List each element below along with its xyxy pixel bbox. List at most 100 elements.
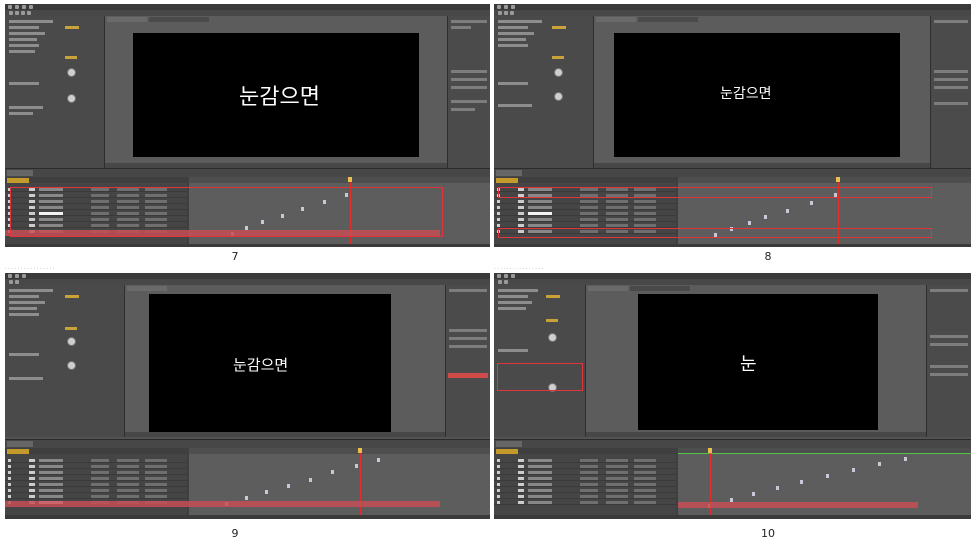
property-row[interactable] <box>546 295 560 298</box>
composition-canvas[interactable]: 눈감으면 <box>133 33 419 157</box>
menu-icon[interactable] <box>504 5 508 9</box>
property-row[interactable] <box>546 319 558 322</box>
eye-icon[interactable] <box>8 459 11 462</box>
property-row[interactable] <box>9 112 33 115</box>
knob-icon[interactable] <box>67 94 76 103</box>
property-row[interactable] <box>498 349 528 352</box>
property-row[interactable] <box>9 106 43 109</box>
property-row[interactable] <box>498 26 528 29</box>
layer-row[interactable] <box>494 470 676 475</box>
layer-switches[interactable] <box>91 465 109 468</box>
keyframe-icon[interactable] <box>331 470 334 474</box>
parent-select[interactable] <box>145 459 167 462</box>
parent-select[interactable] <box>606 465 628 468</box>
parent-select[interactable] <box>606 218 628 221</box>
parent-select[interactable] <box>634 206 656 209</box>
effect-controls-panel[interactable] <box>494 285 586 437</box>
layer-switches[interactable] <box>580 218 598 221</box>
property-row[interactable] <box>498 104 532 107</box>
parent-select[interactable] <box>606 459 628 462</box>
parent-select[interactable] <box>117 459 139 462</box>
effect-controls-panel[interactable] <box>5 285 125 437</box>
parent-select[interactable] <box>145 489 167 492</box>
preview-panel[interactable] <box>930 335 968 338</box>
eye-icon[interactable] <box>497 212 500 215</box>
knob-icon[interactable] <box>554 92 563 101</box>
layer-name[interactable] <box>528 477 552 480</box>
eye-icon[interactable] <box>497 218 500 221</box>
viewer-footer[interactable] <box>586 432 926 437</box>
property-row[interactable] <box>498 307 526 310</box>
parent-select[interactable] <box>606 483 628 486</box>
playhead-icon[interactable] <box>836 177 840 182</box>
timeline-header[interactable] <box>5 169 490 177</box>
eye-icon[interactable] <box>497 495 500 498</box>
selection-tool-icon[interactable] <box>498 11 502 15</box>
parent-select[interactable] <box>117 489 139 492</box>
layer-row[interactable] <box>494 494 676 499</box>
parent-select[interactable] <box>634 495 656 498</box>
preview-panel[interactable] <box>451 70 487 73</box>
layer-switches[interactable] <box>91 477 109 480</box>
selected-layer-bar[interactable] <box>678 502 918 508</box>
property-row[interactable] <box>9 50 35 53</box>
keyframe-icon[interactable] <box>810 201 813 205</box>
playhead-icon[interactable] <box>348 177 352 182</box>
eye-icon[interactable] <box>8 489 11 492</box>
selection-tool-icon[interactable] <box>498 280 502 284</box>
property-row[interactable] <box>9 353 39 356</box>
preview-panel[interactable] <box>449 337 487 340</box>
property-row[interactable] <box>65 56 77 59</box>
parent-select[interactable] <box>606 212 628 215</box>
property-row[interactable] <box>498 295 528 298</box>
layer-name[interactable] <box>528 483 552 486</box>
layer-switches[interactable] <box>580 200 598 203</box>
hand-tool-icon[interactable] <box>504 280 508 284</box>
preview-panel[interactable] <box>934 78 968 81</box>
layer-row[interactable] <box>5 458 187 463</box>
knob-icon[interactable] <box>67 337 76 346</box>
layer-name[interactable] <box>39 459 63 462</box>
layer-switches[interactable] <box>580 495 598 498</box>
eye-icon[interactable] <box>497 477 500 480</box>
layer-name[interactable] <box>528 495 552 498</box>
parent-select[interactable] <box>634 218 656 221</box>
parent-select[interactable] <box>145 477 167 480</box>
layer-switches[interactable] <box>91 459 109 462</box>
right-panels[interactable] <box>447 16 490 168</box>
parent-select[interactable] <box>117 477 139 480</box>
layer-name[interactable] <box>39 471 63 474</box>
layer-row[interactable] <box>5 494 187 499</box>
keyframe-icon[interactable] <box>287 484 290 488</box>
property-row[interactable] <box>498 20 542 23</box>
effects-panel[interactable] <box>930 373 968 376</box>
layer-name[interactable] <box>528 224 552 227</box>
layer-row[interactable] <box>494 464 676 469</box>
eye-icon[interactable] <box>497 483 500 486</box>
timeline-tab[interactable] <box>496 441 522 447</box>
knob-icon[interactable] <box>548 333 557 342</box>
parent-select[interactable] <box>634 224 656 227</box>
layer-row[interactable] <box>5 464 187 469</box>
menu-icon[interactable] <box>504 274 508 278</box>
property-row[interactable] <box>552 26 566 29</box>
parent-select[interactable] <box>117 471 139 474</box>
keyframe-icon[interactable] <box>904 457 907 461</box>
parent-select[interactable] <box>634 501 656 504</box>
effects-panel[interactable] <box>451 100 487 103</box>
property-row[interactable] <box>9 82 39 85</box>
layer-row[interactable] <box>494 488 676 493</box>
keyframe-icon[interactable] <box>355 464 358 468</box>
keyframe-icon[interactable] <box>309 478 312 482</box>
preview-panel[interactable] <box>451 86 487 89</box>
selection-tool-icon[interactable] <box>9 11 13 15</box>
keyframe-icon[interactable] <box>245 496 248 500</box>
property-row[interactable] <box>65 26 79 29</box>
timeline-panel[interactable] <box>5 439 490 519</box>
eye-icon[interactable] <box>8 483 11 486</box>
composition-viewer[interactable]: 눈감으면 <box>105 16 447 168</box>
comp-tab[interactable] <box>149 17 209 22</box>
property-row[interactable] <box>9 301 45 304</box>
playhead-icon[interactable] <box>708 448 712 453</box>
preview-panel[interactable] <box>449 345 487 348</box>
